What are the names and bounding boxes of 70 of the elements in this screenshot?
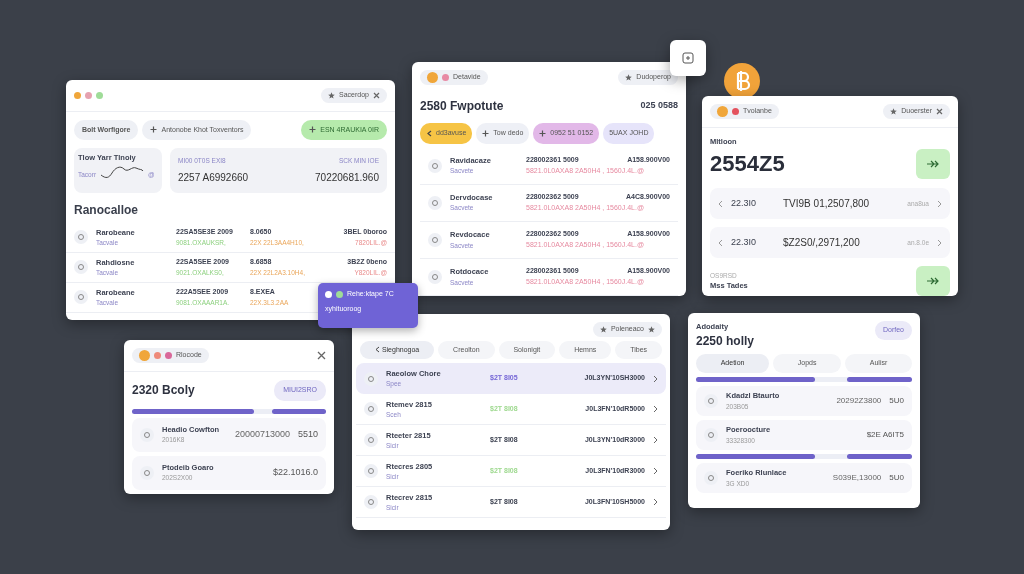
coin-icon — [364, 495, 378, 509]
row-amount: TVI9B 01,2507,800 — [783, 197, 870, 212]
coin-icon — [428, 269, 442, 284]
close-icon — [936, 108, 943, 115]
star-icon — [599, 325, 607, 333]
close-button[interactable] — [317, 351, 326, 360]
balance-value: 2554Z5 — [710, 150, 785, 179]
star-icon — [625, 74, 633, 81]
panel-title: 2320 Bcoly — [132, 382, 195, 400]
coin-icon — [704, 427, 718, 442]
total-value: 025 0588 — [640, 99, 678, 113]
row-value: 22.3I0 — [731, 235, 758, 249]
coin-icon — [428, 232, 442, 247]
back-icon — [374, 346, 380, 354]
row-value: 5510 — [297, 427, 318, 441]
row-value: 5U0 — [889, 471, 904, 484]
panel-title: 2580 Fwpotute — [420, 98, 504, 115]
star-icon — [890, 108, 898, 115]
row-value: $2E A6IT5 — [866, 428, 904, 441]
panel-title: 2250 holly — [696, 333, 755, 351]
arrow-icon — [926, 159, 940, 168]
coin-icon — [704, 470, 718, 485]
stat-value: 70220681.960 — [315, 170, 379, 185]
coin-icon — [140, 465, 154, 480]
window-dot[interactable] — [74, 91, 81, 99]
coin-icon — [74, 230, 88, 245]
row-value: 22.3I0 — [731, 196, 758, 210]
section-heading: Ranocalloe — [73, 201, 140, 219]
row-amount: S039E,13000 — [832, 471, 882, 484]
coin-icon — [364, 464, 378, 478]
chevron-icon — [937, 199, 942, 208]
plus-icon — [539, 129, 547, 137]
row-amount: $Z2S0/,2971,200 — [783, 236, 860, 251]
close-icon — [373, 91, 380, 99]
window-dot[interactable] — [96, 91, 103, 99]
next-button[interactable] — [916, 148, 950, 179]
row-value: 5U0 — [889, 394, 904, 407]
back-icon — [718, 238, 723, 247]
plus-icon — [150, 126, 158, 134]
arrow-icon — [926, 277, 940, 285]
chevron-icon — [653, 467, 658, 475]
next-button[interactable] — [916, 266, 950, 296]
stat-value: 2257 A6992660 — [178, 170, 249, 185]
star-icon — [648, 325, 655, 333]
plus-icon — [309, 126, 317, 134]
note-icon — [682, 52, 694, 64]
coin-icon — [428, 158, 442, 173]
plus-icon — [482, 129, 490, 137]
chevron-icon — [653, 498, 658, 506]
coin-icon — [74, 290, 88, 305]
chevron-icon — [653, 405, 658, 413]
status-dot — [336, 290, 343, 298]
back-icon — [426, 129, 432, 137]
coin-icon — [704, 393, 718, 408]
star-icon — [328, 91, 336, 99]
coin-icon — [140, 427, 154, 442]
coin-icon — [364, 433, 378, 447]
coin-icon — [364, 402, 378, 416]
close-icon — [317, 351, 326, 360]
row-amount: 20292Z3800 — [836, 394, 882, 407]
chevron-icon — [653, 374, 658, 383]
coin-icon — [74, 260, 88, 275]
row-value: $22.1016.0 — [272, 465, 318, 479]
chevron-icon — [937, 238, 942, 247]
coin-icon — [428, 195, 442, 210]
chevron-icon — [653, 436, 658, 444]
window-dot[interactable] — [85, 91, 92, 99]
status-dot — [325, 290, 332, 298]
row-amount: 20000713000 — [234, 427, 290, 441]
back-icon — [718, 199, 723, 208]
